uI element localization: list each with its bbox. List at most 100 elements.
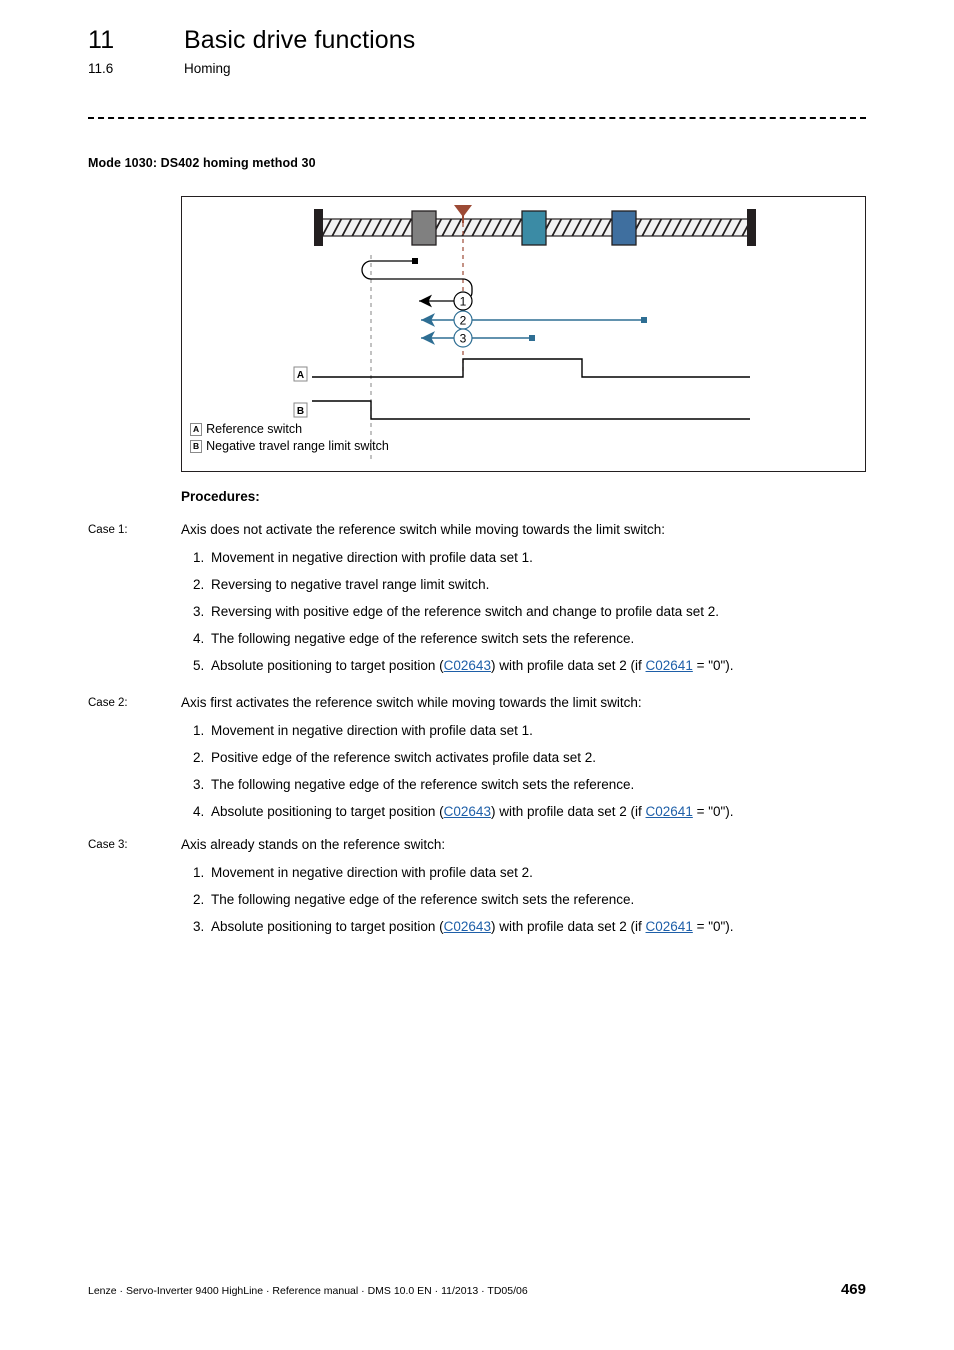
signal-a-waveform xyxy=(312,358,750,378)
step-text-pre: Positive edge of the reference switch ac… xyxy=(211,750,596,765)
step-text-mid: ) with profile data set 2 (if xyxy=(490,919,646,934)
svg-text:3: 3 xyxy=(460,332,467,346)
legend-key-a: A xyxy=(190,423,203,436)
legend-text-b: Negative travel range limit switch xyxy=(206,439,389,453)
case-label-1: Case 1: xyxy=(88,524,128,536)
list-item: 4. Absolute positioning to target positi… xyxy=(193,802,913,821)
header-divider xyxy=(88,117,866,119)
step-text-pre: Absolute positioning to target position … xyxy=(211,804,444,819)
step-text: Absolute positioning to target position … xyxy=(211,802,913,821)
step-text: Movement in negative direction with prof… xyxy=(211,863,913,882)
case-steps-3: 1. Movement in negative direction with p… xyxy=(193,863,913,944)
section-title: Homing xyxy=(184,61,231,76)
list-item: 3. The following negative edge of the re… xyxy=(193,775,913,794)
step-text-pre: Movement in negative direction with prof… xyxy=(211,865,533,880)
step-number: 4. xyxy=(193,631,205,646)
case-heading-3: Axis already stands on the reference swi… xyxy=(181,837,446,852)
motion-1-start-marker xyxy=(412,258,418,264)
svg-text:A: A xyxy=(297,370,304,381)
step-text: Absolute positioning to target position … xyxy=(211,917,913,936)
reference-switch-block xyxy=(521,210,547,246)
step-text-pre: Movement in negative direction with prof… xyxy=(211,723,533,738)
list-item: 3. Absolute positioning to target positi… xyxy=(193,917,913,936)
parameter-link-c02643[interactable]: C02643 xyxy=(444,658,491,673)
parameter-link-c02641[interactable]: C02641 xyxy=(646,804,693,819)
list-item: 1. Movement in negative direction with p… xyxy=(193,548,913,567)
signal-b-waveform xyxy=(312,400,750,420)
step-marker-3: 3 xyxy=(453,328,473,348)
step-text: Reversing with positive edge of the refe… xyxy=(211,602,913,621)
step-text-pre: Absolute positioning to target position … xyxy=(211,919,444,934)
case-label-2: Case 2: xyxy=(88,697,128,709)
case-steps-1: 1. Movement in negative direction with p… xyxy=(193,548,913,683)
list-item: 5. Absolute positioning to target positi… xyxy=(193,656,913,675)
page-header: 11 Basic drive functions 11.6 Homing xyxy=(88,26,868,76)
procedures-title: Procedures: xyxy=(181,489,260,504)
step-number: 2. xyxy=(193,750,205,765)
step-number: 3. xyxy=(193,919,205,934)
diagram-legend: A Reference switch B Negative travel ran… xyxy=(190,421,389,455)
step-number: 1. xyxy=(193,550,205,565)
chapter-number: 11 xyxy=(88,26,115,54)
step-marker-2: 2 xyxy=(453,310,473,330)
figure-caption: Mode 1030: DS402 homing method 30 xyxy=(88,156,316,170)
list-item: 1. Movement in negative direction with p… xyxy=(193,721,913,740)
footer-document-info: Lenze · Servo-Inverter 9400 HighLine · R… xyxy=(88,1285,528,1297)
case-heading-1: Axis does not activate the reference swi… xyxy=(181,522,665,537)
step-number: 3. xyxy=(193,604,205,619)
page-footer: Lenze · Servo-Inverter 9400 HighLine · R… xyxy=(88,1281,866,1298)
parameter-link-c02643[interactable]: C02643 xyxy=(444,804,491,819)
parameter-link-c02641[interactable]: C02641 xyxy=(646,658,693,673)
axis-carriage-block xyxy=(411,210,437,246)
step-number: 2. xyxy=(193,892,205,907)
legend-key-b: B xyxy=(190,440,203,453)
case-heading-2: Axis first activates the reference switc… xyxy=(181,695,642,710)
step-number: 1. xyxy=(193,865,205,880)
motion-2-start-marker xyxy=(641,317,647,323)
step-text: Movement in negative direction with prof… xyxy=(211,548,913,567)
step-text-mid: ) with profile data set 2 (if xyxy=(490,658,646,673)
motion-path-3 xyxy=(421,331,535,345)
signal-label-b: B xyxy=(293,402,308,418)
parameter-link-c02641[interactable]: C02641 xyxy=(646,919,693,934)
step-text-pre: Absolute positioning to target position … xyxy=(211,658,444,673)
step-text-pre: Reversing to negative travel range limit… xyxy=(211,577,490,592)
footer-page-number: 469 xyxy=(840,1281,866,1298)
step-text-post: = "0"). xyxy=(692,804,734,819)
step-text-post: = "0"). xyxy=(692,919,734,934)
rail-end-stop-right xyxy=(747,209,756,246)
svg-text:2: 2 xyxy=(460,314,467,328)
step-text-pre: The following negative edge of the refer… xyxy=(211,777,635,792)
motion-path-1 xyxy=(361,260,473,308)
list-item: 2. The following negative edge of the re… xyxy=(193,890,913,909)
chapter-title: Basic drive functions xyxy=(184,26,416,54)
step-number: 5. xyxy=(193,658,205,673)
step-number: 2. xyxy=(193,577,205,592)
step-text: Positive edge of the reference switch ac… xyxy=(211,748,913,767)
signal-label-a: A xyxy=(293,366,308,382)
svg-text:1: 1 xyxy=(460,295,467,309)
list-item: 1. Movement in negative direction with p… xyxy=(193,863,913,882)
step-text: Absolute positioning to target position … xyxy=(211,656,913,675)
section-row: 11.6 Homing xyxy=(88,61,868,76)
step-number: 4. xyxy=(193,804,205,819)
target-position-block xyxy=(611,210,637,246)
step-text-pre: Movement in negative direction with prof… xyxy=(211,550,533,565)
step-number: 1. xyxy=(193,723,205,738)
step-text-pre: Reversing with positive edge of the refe… xyxy=(211,604,720,619)
step-text-post: = "0"). xyxy=(692,658,734,673)
step-text-pre: The following negative edge of the refer… xyxy=(211,892,635,907)
step-text: The following negative edge of the refer… xyxy=(211,775,913,794)
list-item: 2. Positive edge of the reference switch… xyxy=(193,748,913,767)
legend-item-b: B Negative travel range limit switch xyxy=(190,438,389,455)
step-number: 3. xyxy=(193,777,205,792)
legend-item-a: A Reference switch xyxy=(190,421,389,438)
step-text-pre: The following negative edge of the refer… xyxy=(211,631,635,646)
section-number: 11.6 xyxy=(88,61,114,76)
step-text: The following negative edge of the refer… xyxy=(211,890,913,909)
parameter-link-c02643[interactable]: C02643 xyxy=(444,919,491,934)
list-item: 4. The following negative edge of the re… xyxy=(193,629,913,648)
step-text: Reversing to negative travel range limit… xyxy=(211,575,913,594)
homing-diagram: 1 2 3 A B A Reference switch B Negative … xyxy=(181,196,866,472)
list-item: 3. Reversing with positive edge of the r… xyxy=(193,602,913,621)
